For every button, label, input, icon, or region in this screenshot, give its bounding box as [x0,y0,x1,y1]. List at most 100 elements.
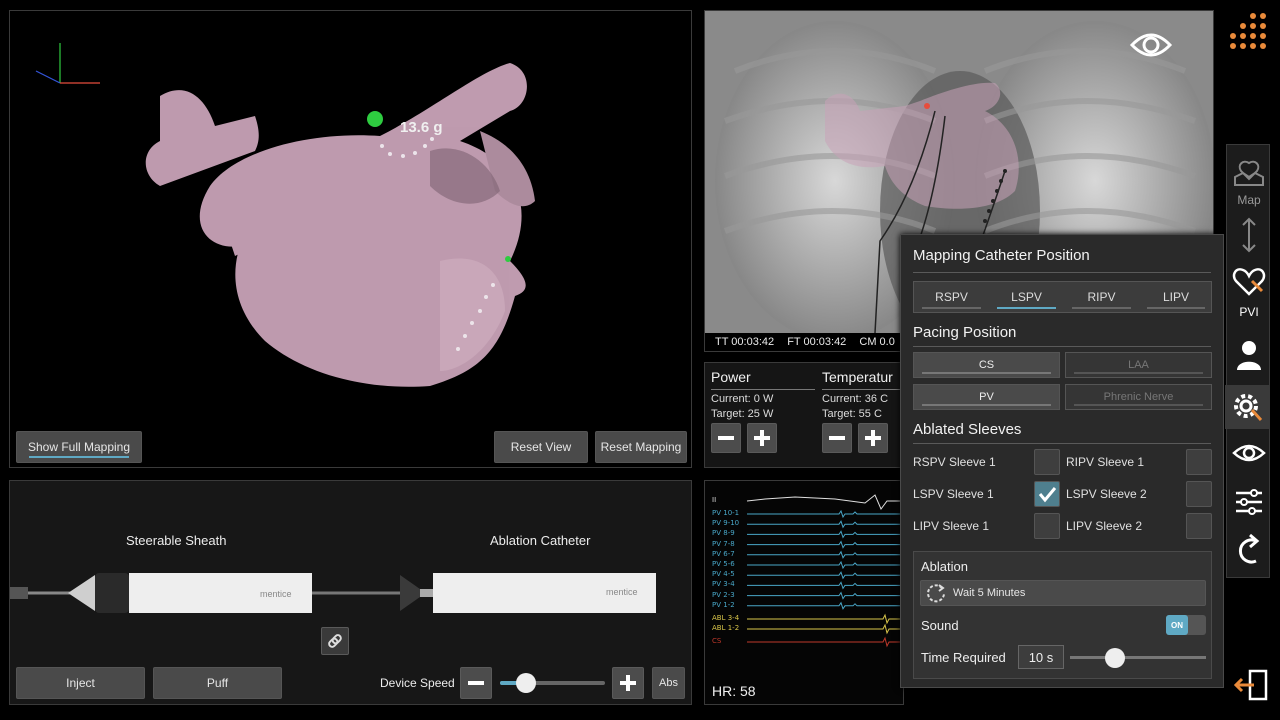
ecg-trace [747,581,905,590]
sleeve-lspv1-checkbox[interactable] [1034,481,1060,507]
contact-force-label: 13.6 g [400,119,443,136]
power-divider [711,389,815,390]
heart-3d-view[interactable]: 13.6 g Show Full Mapping Reset View Rese… [9,10,692,468]
sleeve-rspv1-checkbox[interactable] [1034,449,1060,475]
pacing-cs-label: CS [978,359,995,371]
reset-mapping-button[interactable]: Reset Mapping [595,431,687,463]
eye-icon[interactable] [1232,441,1266,465]
ecg-trace [747,623,905,635]
time-required-slider-knob[interactable] [1104,648,1125,668]
pacing-phrenic-button[interactable]: Phrenic Nerve [1065,384,1212,410]
pacing-pv-label: PV [979,391,994,403]
inject-button[interactable]: Inject [16,667,145,699]
ecg-trace [747,591,905,600]
position-ripv-label: RIPV [1087,290,1116,304]
map-icon[interactable] [1233,159,1265,187]
user-icon[interactable] [1235,339,1263,371]
pacing-pv-button[interactable]: PV [913,384,1060,410]
mapping-position-selector[interactable]: RSPV LSPV RIPV LIPV [913,281,1212,313]
abs-button[interactable]: Abs [652,667,685,699]
time-required-value[interactable]: 10 s [1018,645,1064,669]
exit-icon[interactable] [1234,668,1270,702]
ecg-trace [747,550,905,559]
temperature-title: Temperatur [822,369,893,385]
wait-five-minutes-button[interactable]: Wait 5 Minutes [920,580,1206,606]
sleeve-lipv2-checkbox[interactable] [1186,513,1212,539]
heart-pvi-icon[interactable] [1232,267,1266,297]
sleeve-lspv2-checkbox[interactable] [1186,481,1212,507]
speed-increase-button[interactable] [612,667,644,699]
show-full-mapping-button[interactable]: Show Full Mapping [16,431,142,463]
time-required-slider[interactable] [1070,648,1206,668]
ecg-trace [747,530,905,539]
position-lipv[interactable]: LIPV [1139,282,1213,312]
ecg-lead-label: CS [712,637,722,645]
sound-toggle-state: ON [1166,615,1188,635]
link-devices-button[interactable] [321,627,349,655]
position-rspv[interactable]: RSPV [914,282,989,312]
puff-button[interactable]: Puff [153,667,282,699]
sleeve-lipv2-label: LIPV Sleeve 2 [1066,519,1143,533]
temperature-target: Target: 55 C [822,408,882,420]
power-decrease-button[interactable] [711,423,741,453]
speed-decrease-button[interactable] [460,667,492,699]
pvi-settings-popup: Mapping Catheter Position RSPV LSPV RIPV… [900,234,1224,688]
minus-icon [468,681,484,685]
sound-toggle[interactable]: ON [1166,615,1206,635]
power-temperature-panel: Power Current: 0 W Target: 25 W Temperat… [704,362,904,468]
ecg-lead-label: PV 8-9 [712,529,735,538]
temperature-divider [822,389,902,390]
position-rspv-label: RSPV [935,290,968,304]
device-speed-slider-knob[interactable] [516,673,537,693]
total-time-readout: TT 00:03:42 [715,336,775,348]
plus-icon [620,675,636,691]
ecg-lead-label: PV 10-1 [712,509,740,517]
temperature-decrease-button[interactable] [822,423,852,453]
pacing-phrenic-label: Phrenic Nerve [1103,391,1174,403]
settings-tab-active[interactable] [1225,385,1269,429]
refresh-icon [927,584,945,603]
sliders-icon[interactable] [1234,487,1264,517]
device-speed-slider[interactable] [500,673,605,693]
ablation-section: Ablation Wait 5 Minutes Sound ON Time Re… [913,551,1212,679]
fluoro-time-readout: FT 00:03:42 [787,336,847,348]
heart-rate-readout: HR: 58 [712,683,756,699]
position-lspv[interactable]: LSPV [989,282,1064,312]
vertical-arrows-icon[interactable] [1239,217,1259,253]
position-rspv-indicator [922,307,981,309]
wait-label: Wait 5 Minutes [953,587,1026,599]
ablation-catheter-label: Ablation Catheter [490,533,591,548]
position-ripv[interactable]: RIPV [1064,282,1139,312]
ecg-trace [746,494,905,510]
undo-arrow-icon[interactable] [1234,533,1264,567]
pacing-laa-button[interactable]: LAA [1065,352,1212,378]
ecg-lead-label: PV 7-8 [712,539,735,548]
sidebar-map-label[interactable]: Map [1227,193,1271,207]
mapping-divider [913,272,1211,273]
right-sidebar: Map PVI [1225,144,1271,578]
ecg-lead-label: PV 2-3 [712,590,735,599]
eye-icon[interactable] [1129,27,1173,63]
svg-text:mentice: mentice [260,589,292,599]
fluoro-status-bar: TT 00:03:42 FT 00:03:42 CM 0.0 [715,336,905,348]
device-graphics[interactable]: mentice mentice [10,561,693,641]
sleeve-ripv1-checkbox[interactable] [1186,449,1212,475]
pacing-cs-button[interactable]: CS [913,352,1060,378]
ecg-lead-label: PV 3-4 [712,580,735,589]
position-lipv-label: LIPV [1162,290,1189,304]
heart-model-graphic[interactable] [10,11,693,469]
sleeve-lipv1-checkbox[interactable] [1034,513,1060,539]
ecg-lead-label: PV 5-6 [712,560,735,568]
temperature-increase-button[interactable] [858,423,888,453]
ablated-divider [913,443,1211,444]
pacing-divider [913,346,1211,347]
sleeve-rspv1-label: RSPV Sleeve 1 [913,455,996,469]
ecg-trace [747,560,905,570]
power-increase-button[interactable] [747,423,777,453]
position-lspv-indicator [997,307,1056,309]
sleeve-lspv2-label: LSPV Sleeve 2 [1066,487,1147,501]
reset-view-button[interactable]: Reset View [494,431,588,463]
plus-icon [754,430,770,446]
sidebar-pvi-label[interactable]: PVI [1227,305,1271,319]
contrast-medium-readout: CM 0.0 [859,336,895,348]
